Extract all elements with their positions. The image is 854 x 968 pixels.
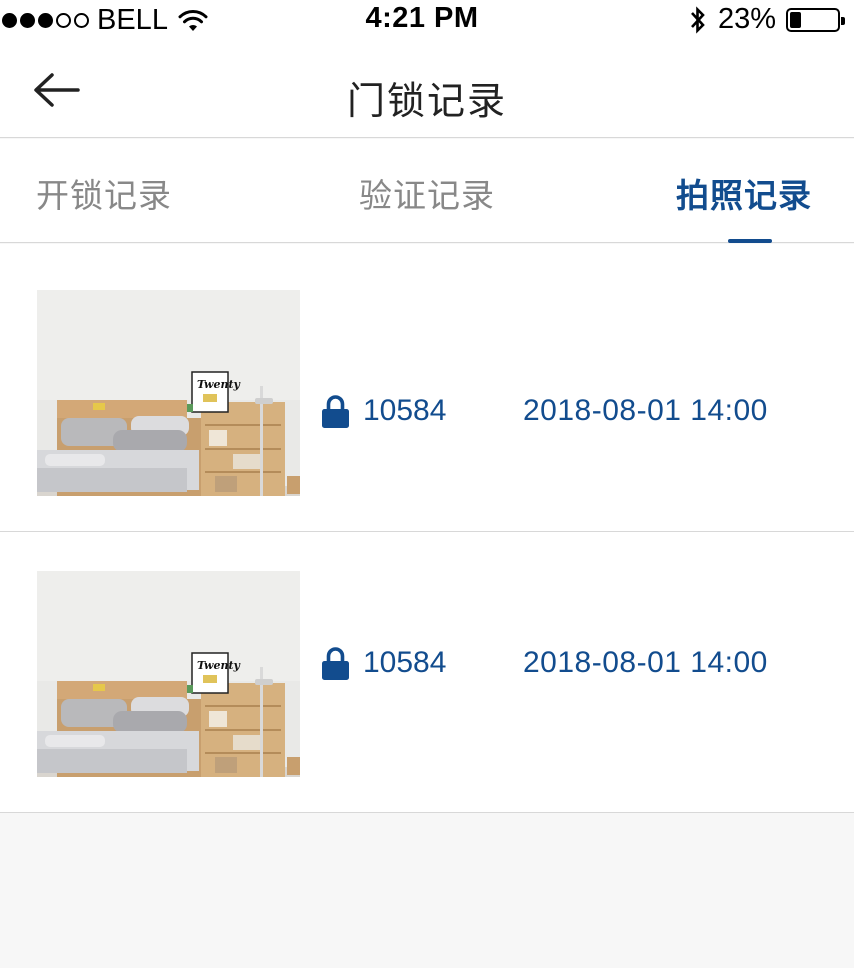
page-title: 门锁记录 xyxy=(346,79,507,123)
lock-icon xyxy=(322,395,349,428)
list-item[interactable]: Twenty 10584 2018-08-01 14:00 xyxy=(0,532,854,813)
user-id: 10584 xyxy=(363,646,447,679)
battery-percentage: 23% xyxy=(717,3,776,35)
svg-text:Twenty: Twenty xyxy=(197,378,242,391)
svg-text:Twenty: Twenty xyxy=(197,659,242,672)
tab-photo-records[interactable]: 拍照记录 xyxy=(676,169,812,217)
record-tabs: 开锁记录 验证记录 拍照记录 xyxy=(0,139,854,243)
lock-icon xyxy=(322,647,349,680)
battery-fill xyxy=(790,11,801,28)
snapshot-thumbnail[interactable]: Twenty xyxy=(37,571,300,777)
snapshot-thumbnail[interactable]: Twenty xyxy=(37,290,300,496)
record-meta: 10584 2018-08-01 14:00 xyxy=(322,646,768,680)
active-tab-indicator xyxy=(728,239,772,243)
bluetooth-icon xyxy=(690,5,705,34)
record-meta: 10584 2018-08-01 14:00 xyxy=(322,394,768,428)
list-item[interactable]: Twenty 10584 2018-08-01 14:00 xyxy=(0,244,854,532)
user-id: 10584 xyxy=(363,394,447,427)
battery-icon xyxy=(786,7,845,32)
record-timestamp: 2018-08-01 14:00 xyxy=(523,646,768,679)
record-timestamp: 2018-08-01 14:00 xyxy=(523,394,768,427)
nav-bar: 门锁记录 xyxy=(0,40,854,138)
photo-record-list: Twenty 10584 2018-08-01 14:00 Twenty 105… xyxy=(0,244,854,813)
status-right: 23% xyxy=(688,3,845,36)
status-bar: BELL 4:21 PM 23% xyxy=(0,0,854,40)
battery-cap xyxy=(841,16,845,25)
